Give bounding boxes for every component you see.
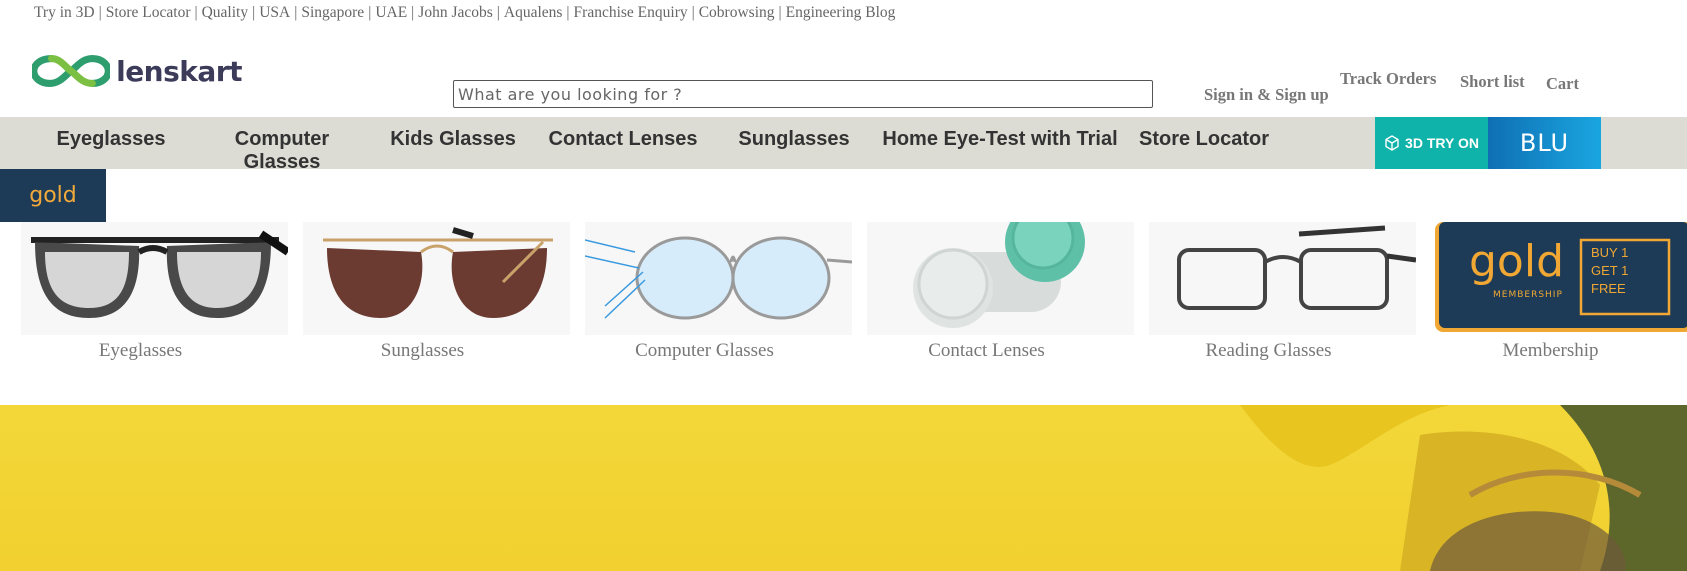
category-card-sunglasses[interactable]: Sunglasses [289, 222, 570, 380]
signin-signup-link[interactable]: Sign in & Sign up [1204, 85, 1329, 105]
membership-gold-word: gold [1469, 236, 1565, 287]
contact-lenses-image [867, 222, 1134, 335]
top-link-john-jacobs[interactable]: John Jacobs [418, 4, 492, 21]
shortlist-link[interactable]: Short list [1460, 72, 1525, 92]
banner-artwork [1240, 405, 1687, 571]
logo-infinity-icon [32, 55, 111, 87]
top-link-store-locator[interactable]: Store Locator [106, 4, 191, 21]
top-link-aqualens[interactable]: Aqualens [504, 4, 563, 21]
computer-glasses-image [585, 222, 852, 335]
top-link-engineering-blog[interactable]: Engineering Blog [786, 4, 896, 21]
blu-label: BLU [1519, 129, 1570, 157]
gold-label: gold [29, 183, 77, 208]
track-orders-link[interactable]: Track Orders [1340, 69, 1436, 89]
cube-icon [1385, 135, 1399, 151]
membership-offer: BUY 1 GET 1 FREE [1591, 245, 1629, 296]
3d-try-on-button[interactable]: 3D TRY ON [1375, 117, 1488, 169]
top-link-uae[interactable]: UAE [375, 4, 407, 21]
3d-try-on-label: 3D TRY ON [1405, 135, 1479, 151]
top-link-franchise-enquiry[interactable]: Franchise Enquiry [574, 4, 688, 21]
category-card-computer-glasses[interactable]: Computer Glasses [571, 222, 852, 380]
logo-text: lenskart [116, 54, 242, 88]
lenskart-logo[interactable]: lenskart [32, 50, 242, 92]
top-link-usa[interactable]: USA [259, 4, 290, 21]
nav-home-eye-test[interactable]: Home Eye-Test with Trial [878, 128, 1122, 151]
hero-banner[interactable] [0, 405, 1687, 571]
sunglasses-image [303, 222, 570, 335]
membership-sub: MEMBERSHIP [1493, 290, 1563, 300]
eyeglasses-image [21, 222, 288, 335]
category-label: Contact Lenses [928, 340, 1045, 361]
top-link-cobrowsing[interactable]: Cobrowsing [699, 4, 775, 21]
cart-link[interactable]: Cart [1546, 74, 1579, 94]
main-nav: Eyeglasses Computer Glasses Kids Glasses… [0, 117, 1687, 173]
search-input[interactable] [453, 80, 1153, 108]
category-label: Computer Glasses [635, 340, 774, 361]
category-label: Sunglasses [380, 340, 465, 361]
category-card-reading-glasses[interactable]: Reading Glasses [1135, 222, 1416, 380]
nav-eyeglasses[interactable]: Eyeglasses [48, 128, 174, 151]
nav-sunglasses[interactable]: Sunglasses [732, 128, 856, 151]
top-links-bar: Try in 3D | Store Locator | Quality | USA | Sing… [34, 4, 896, 21]
gold-membership-badge: gold MEMBERSHIP BUY 1 GET 1 FREE [1431, 222, 1687, 335]
blu-button[interactable]: BLU [1488, 117, 1601, 169]
category-label: Membership [1502, 340, 1599, 361]
category-label: Eyeglasses [98, 340, 183, 361]
top-link-try-3d[interactable]: Try in 3D [34, 4, 95, 21]
nav-computer-glasses[interactable]: Computer Glasses [224, 128, 340, 174]
nav-store-locator[interactable]: Store Locator [1134, 128, 1274, 151]
top-link-quality[interactable]: Quality [202, 4, 249, 21]
category-label: Reading Glasses [1205, 340, 1332, 361]
category-card-contact-lenses[interactable]: Contact Lenses [853, 222, 1134, 380]
category-card-membership[interactable]: gold MEMBERSHIP BUY 1 GET 1 FREE Members… [1417, 222, 1687, 380]
reading-glasses-image [1149, 222, 1416, 335]
nav-kids-glasses[interactable]: Kids Glasses [385, 128, 521, 151]
nav-contact-lenses[interactable]: Contact Lenses [543, 128, 703, 151]
gold-tab[interactable]: gold [0, 169, 106, 222]
category-card-eyeglasses[interactable]: Eyeglasses [7, 222, 288, 380]
top-link-singapore[interactable]: Singapore [301, 4, 364, 21]
